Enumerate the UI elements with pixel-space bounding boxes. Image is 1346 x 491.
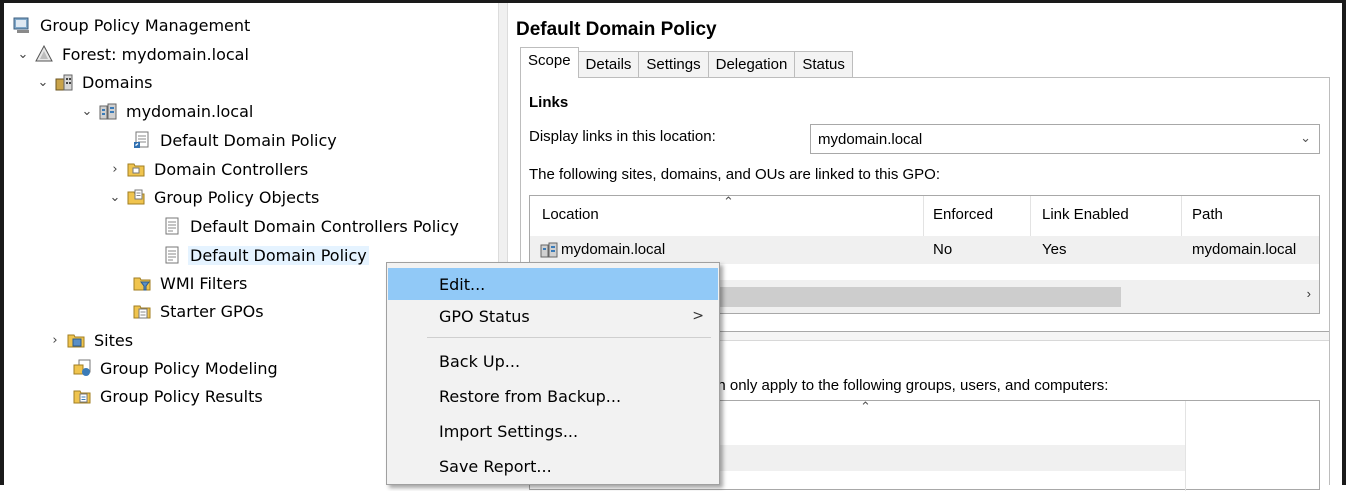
tree-item-sites-label: Sites	[94, 330, 134, 350]
menu-separator	[427, 337, 711, 338]
column-divider[interactable]	[1185, 401, 1186, 491]
tab-settings[interactable]: Settings	[638, 51, 709, 78]
chevron-down-icon[interactable]: ⌄	[108, 190, 122, 205]
location-dropdown-value: mydomain.local	[818, 131, 923, 148]
tree-item-gpo-dc-policy[interactable]: Default Domain Controllers Policy	[162, 213, 461, 239]
tree-item-domain-label: mydomain.local	[126, 101, 254, 121]
tree-root[interactable]: Group Policy Management	[12, 12, 252, 38]
row-location: mydomain.local	[561, 241, 666, 258]
submenu-arrow-icon: >	[692, 308, 704, 324]
menu-item-edit-label: Edit...	[439, 274, 486, 294]
display-links-label: Display links in this location:	[529, 128, 716, 145]
tree-item-sites[interactable]: › Sites	[48, 327, 135, 353]
menu-item-gpo-status-label: GPO Status	[439, 306, 530, 326]
tree-item-forest[interactable]: ⌄ Forest: mydomain.local	[16, 41, 251, 67]
tree-item-results-label: Group Policy Results	[100, 386, 263, 406]
domain-icon	[540, 242, 558, 258]
menu-item-gpo-status[interactable]: GPO Status >	[388, 300, 718, 332]
chevron-down-icon[interactable]: ⌄	[80, 104, 94, 119]
tree-item-group-policy-objects[interactable]: ⌄ Group Policy Objects	[108, 184, 321, 210]
tree-item-wmi-filters[interactable]: WMI Filters	[132, 270, 249, 296]
context-menu: Edit... GPO Status > Back Up... Restore …	[386, 262, 720, 485]
menu-item-edit[interactable]: Edit...	[388, 268, 718, 300]
sites-icon	[66, 331, 86, 349]
gpo-document-icon	[162, 217, 182, 235]
tree-item-gpo-dc-policy-label: Default Domain Controllers Policy	[190, 216, 459, 236]
chevron-right-icon[interactable]: ›	[108, 162, 122, 177]
location-dropdown[interactable]: mydomain.local ⌄	[810, 124, 1320, 154]
row-link-enabled: Yes	[1042, 241, 1067, 258]
tree-item-gpo-default-policy-label: Default Domain Policy	[188, 245, 369, 265]
tree-root-label: Group Policy Management	[40, 15, 251, 35]
tab-status[interactable]: Status	[794, 51, 853, 78]
row-path: mydomain.local	[1192, 241, 1297, 258]
column-header-location[interactable]: Location	[542, 206, 599, 223]
menu-item-restore-from-backup[interactable]: Restore from Backup...	[388, 380, 718, 412]
starter-gpo-icon	[132, 302, 152, 320]
tree-item-domain[interactable]: ⌄ mydomain.local	[80, 98, 255, 124]
gpo-document-icon	[162, 246, 182, 264]
tree-item-domain-controllers[interactable]: › Domain Controllers	[108, 156, 310, 182]
row-enforced: No	[933, 241, 953, 258]
tab-details[interactable]: Details	[577, 51, 640, 78]
tree-item-domain-controllers-label: Domain Controllers	[154, 159, 309, 179]
tree-item-domains-label: Domains	[82, 72, 153, 92]
sort-ascending-icon: ⌃	[860, 399, 871, 414]
page-title: Default Domain Policy	[516, 19, 717, 40]
chevron-right-icon[interactable]: ›	[48, 333, 62, 348]
tree-item-default-domain-policy-link[interactable]: Default Domain Policy	[132, 127, 339, 153]
row-location-cell: mydomain.local	[540, 241, 665, 258]
gpo-folder-icon	[126, 188, 146, 206]
modeling-icon	[72, 359, 92, 377]
menu-item-save-report-label: Save Report...	[439, 456, 552, 476]
tree-item-modeling-label: Group Policy Modeling	[100, 358, 278, 378]
chevron-down-icon: ⌄	[1300, 130, 1311, 145]
tree-item-starter-gpos[interactable]: Starter GPOs	[132, 298, 266, 324]
tree-item-starter-gpos-label: Starter GPOs	[160, 301, 264, 321]
scroll-right-icon[interactable]: ›	[1307, 286, 1311, 301]
domain-icon	[98, 102, 118, 120]
menu-item-save-report[interactable]: Save Report...	[388, 450, 718, 482]
tree-item-results[interactable]: Group Policy Results	[72, 383, 265, 409]
menu-item-restore-from-backup-label: Restore from Backup...	[439, 386, 622, 406]
column-header-enforced[interactable]: Enforced	[933, 206, 993, 223]
tree-item-domains[interactable]: ⌄ Domains	[36, 69, 154, 95]
table-row[interactable]: mydomain.local No Yes mydomain.local	[530, 236, 1319, 264]
results-icon	[72, 387, 92, 405]
menu-item-back-up[interactable]: Back Up...	[388, 345, 718, 377]
wmi-filter-icon	[132, 274, 152, 292]
tree-item-group-policy-objects-label: Group Policy Objects	[154, 187, 320, 207]
gpm-console-icon	[12, 16, 32, 34]
column-divider[interactable]	[1181, 196, 1182, 236]
links-table-header: ⌃ Location Enforced Link Enabled Path	[530, 196, 1319, 236]
menu-item-import-settings-label: Import Settings...	[439, 421, 579, 441]
column-header-path[interactable]: Path	[1192, 206, 1223, 223]
sort-ascending-icon: ⌃	[723, 195, 734, 209]
tab-delegation[interactable]: Delegation	[707, 51, 796, 78]
scrollbar-thumb[interactable]	[718, 287, 1121, 307]
ou-folder-icon	[126, 160, 146, 178]
security-filter-description: an only apply to the following groups, u…	[709, 377, 1109, 394]
linked-description: The following sites, domains, and OUs ar…	[529, 166, 941, 183]
domains-icon	[54, 73, 74, 91]
tree-item-wmi-filters-label: WMI Filters	[160, 273, 248, 293]
tab-strip: Scope Details Settings Delegation Status	[520, 47, 853, 78]
tab-scope[interactable]: Scope	[520, 47, 579, 78]
chevron-down-icon[interactable]: ⌄	[36, 75, 50, 90]
tree-item-modeling[interactable]: Group Policy Modeling	[72, 355, 280, 381]
menu-item-import-settings[interactable]: Import Settings...	[388, 415, 718, 447]
links-heading: Links	[529, 94, 569, 111]
tree-item-gpo-default-policy[interactable]: Default Domain Policy	[162, 242, 369, 268]
tree-item-forest-label: Forest: mydomain.local	[62, 44, 249, 64]
forest-icon	[34, 45, 54, 63]
column-divider[interactable]	[1030, 196, 1031, 236]
menu-item-back-up-label: Back Up...	[439, 351, 521, 371]
column-header-link-enabled[interactable]: Link Enabled	[1042, 206, 1129, 223]
tree-item-default-domain-policy-link-label: Default Domain Policy	[160, 130, 337, 150]
chevron-down-icon[interactable]: ⌄	[16, 47, 30, 62]
column-divider[interactable]	[923, 196, 924, 236]
gpo-link-icon	[132, 131, 152, 149]
